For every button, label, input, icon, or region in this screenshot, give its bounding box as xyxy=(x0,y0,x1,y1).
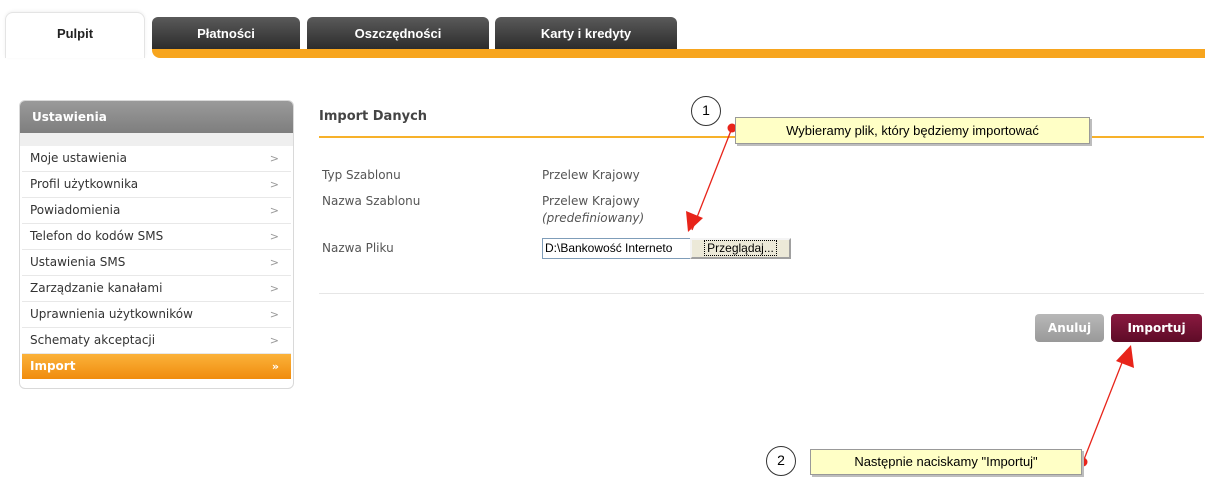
annotation-arrows xyxy=(686,123,1134,467)
annotation-number-1: 1 xyxy=(691,96,721,126)
arrow-head-1 xyxy=(686,211,703,232)
arrow-head-2 xyxy=(1116,345,1134,368)
annotation-note-2: Następnie naciskamy "Importuj" xyxy=(810,449,1082,475)
annotation-note-1: Wybieramy plik, który będziemy importowa… xyxy=(735,117,1090,144)
annotation-arrow-1 xyxy=(691,127,733,231)
annotation-number-2: 2 xyxy=(766,446,796,476)
annotation-arrow-2 xyxy=(1082,349,1128,463)
